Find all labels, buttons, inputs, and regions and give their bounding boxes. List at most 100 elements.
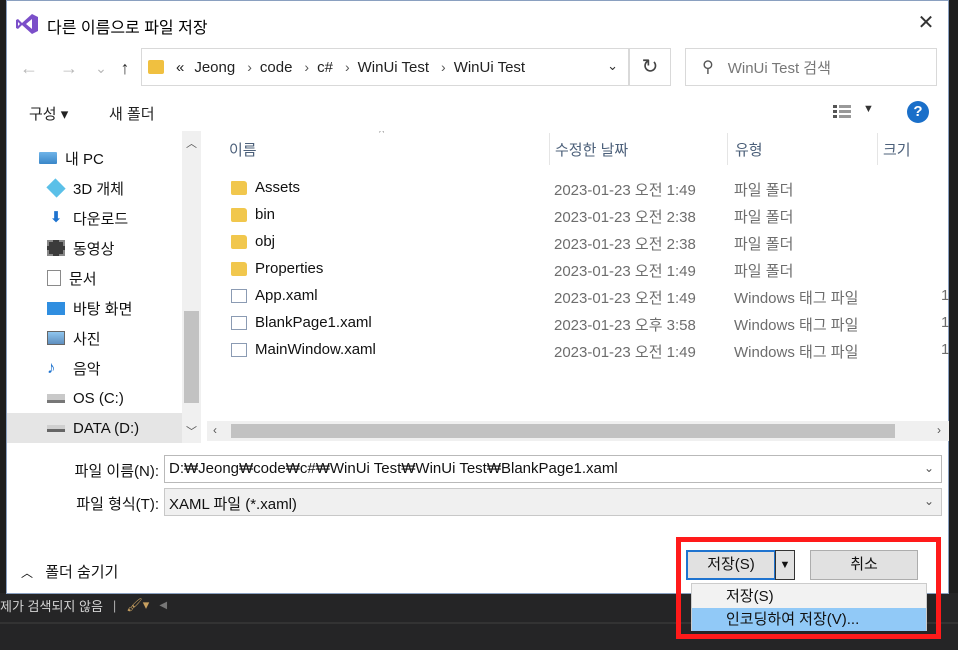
file-name: Assets [255, 179, 301, 196]
sidebar-item-label: 내 PC [65, 150, 104, 168]
file-row[interactable]: Assets 2023-01-23 오전 1:49 파일 폴더 [227, 175, 949, 202]
view-options-icon[interactable] [833, 105, 851, 119]
address-bar[interactable]: « Jeong › code › c# › WinUi Test › WinUi… [141, 48, 629, 86]
breadcrumb-separator-icon[interactable]: › [441, 59, 446, 75]
scroll-right-icon[interactable]: › [937, 423, 941, 437]
sidebar-item-label: 바탕 화면 [73, 300, 133, 318]
sidebar-item-drive-d[interactable]: DATA (D:) [7, 413, 182, 443]
column-header-date[interactable]: 수정한 날짜 [555, 139, 628, 160]
search-input[interactable]: WinUi Test 검색 [728, 57, 831, 78]
filename-label: 파일 이름(N): [74, 463, 159, 480]
file-name: MainWindow.xaml [255, 341, 376, 358]
up-folder-arrow-icon[interactable]: ↑ [113, 56, 137, 80]
document-icon [47, 270, 61, 286]
sidebar-item-this-pc[interactable]: 내 PC [7, 143, 182, 173]
xaml-file-icon [231, 289, 247, 303]
breadcrumb-item[interactable]: code [260, 59, 293, 76]
sidebar-item-pictures[interactable]: 사진 [7, 323, 182, 353]
refresh-button[interactable]: ↻ [629, 48, 671, 86]
breadcrumb-separator-icon[interactable]: › [345, 59, 350, 75]
breadcrumb-overflow[interactable]: « [176, 59, 184, 76]
file-row[interactable]: BlankPage1.xaml 2023-01-23 오후 3:58 Windo… [227, 310, 949, 337]
organize-menu-button[interactable]: 구성 ▾ [29, 103, 68, 124]
sidebar-item-documents[interactable]: 문서 [7, 263, 182, 293]
file-size: 1 [941, 287, 949, 304]
column-divider[interactable] [877, 133, 878, 165]
file-date: 2023-01-23 오후 3:58 [554, 317, 696, 334]
recent-locations-chevron-icon[interactable]: ⌄ [89, 56, 113, 80]
column-header-size[interactable]: 크기 [883, 139, 911, 160]
scroll-left-icon[interactable]: ◀ [159, 600, 167, 611]
file-type: 파일 폴더 [734, 209, 794, 226]
sidebar-item-desktop[interactable]: 바탕 화면 [7, 293, 182, 323]
drive-c-icon [47, 393, 65, 403]
search-box[interactable]: ⚲ WinUi Test 검색 [685, 48, 937, 86]
back-arrow-icon[interactable]: ← [17, 56, 41, 80]
sidebar-item-videos[interactable]: 동영상 [7, 233, 182, 263]
filetype-row: 파일 형식(T): XAML 파일 (*.xaml) ⌄ [7, 488, 950, 516]
sidebar-item-label: 사진 [73, 330, 101, 348]
breadcrumb-item[interactable]: WinUi Test [454, 59, 525, 76]
help-icon[interactable]: ? [907, 101, 929, 123]
sidebar-item-label: DATA (D:) [73, 419, 140, 437]
file-date: 2023-01-23 오전 1:49 [554, 290, 696, 307]
sidebar-item-label: 다운로드 [73, 210, 129, 228]
forward-arrow-icon[interactable]: → [57, 56, 81, 80]
file-row[interactable]: MainWindow.xaml 2023-01-23 오전 1:49 Windo… [227, 337, 949, 364]
sidebar-item-music[interactable]: ♪ 음악 [7, 353, 182, 383]
sidebar-item-drive-c[interactable]: OS (C:) [7, 383, 182, 413]
filetype-dropdown-chevron-icon[interactable]: ⌄ [924, 494, 934, 508]
file-type: 파일 폴더 [734, 236, 794, 253]
sidebar-item-downloads[interactable]: ⬇ 다운로드 [7, 203, 182, 233]
address-dropdown-chevron-icon[interactable]: ⌄ [607, 58, 618, 74]
scroll-left-icon[interactable]: ‹ [213, 423, 217, 437]
file-row[interactable]: Properties 2023-01-23 오전 1:49 파일 폴더 [227, 256, 949, 283]
breadcrumb-separator-icon[interactable]: › [247, 59, 252, 75]
3d-objects-icon [46, 178, 66, 198]
column-header-type[interactable]: 유형 [735, 139, 763, 160]
chevron-up-icon: ︿ [21, 566, 34, 580]
brush-icon[interactable]: 🖌▾ [126, 597, 149, 613]
file-row[interactable]: bin 2023-01-23 오전 2:38 파일 폴더 [227, 202, 949, 229]
annotation-highlight-box [676, 537, 941, 639]
column-header-name[interactable]: 이름 [229, 139, 257, 160]
filename-dropdown-chevron-icon[interactable]: ⌄ [924, 461, 934, 475]
sidebar-item-label: 동영상 [73, 240, 115, 258]
file-date: 2023-01-23 오전 2:38 [554, 209, 696, 226]
file-row[interactable]: App.xaml 2023-01-23 오전 1:49 Windows 태그 파… [227, 283, 949, 310]
folder-icon [231, 208, 247, 222]
view-dropdown-chevron-icon[interactable]: ▼ [863, 103, 874, 115]
sidebar-item-3d-objects[interactable]: 3D 개체 [7, 173, 182, 203]
hide-folders-toggle[interactable]: ︿ 폴더 숨기기 [21, 561, 118, 582]
file-name: App.xaml [255, 287, 318, 304]
visual-studio-icon [16, 14, 38, 34]
ide-status-separator: | [112, 597, 117, 613]
column-divider[interactable] [727, 133, 728, 165]
scroll-down-icon[interactable]: ﹀ [182, 423, 201, 439]
folder-icon [231, 181, 247, 195]
file-row[interactable]: obj 2023-01-23 오전 2:38 파일 폴더 [227, 229, 949, 256]
filename-input[interactable]: D:₩Jeong₩code₩c#₩WinUi Test₩WinUi Test₩B… [164, 455, 942, 483]
breadcrumb-item[interactable]: WinUi Test [358, 59, 429, 76]
file-type: 파일 폴더 [734, 263, 794, 280]
close-button[interactable]: ✕ [914, 11, 938, 35]
navigation-scrollbar[interactable]: ︿ ﹀ [182, 131, 201, 443]
scroll-up-icon[interactable]: ︿ [182, 135, 201, 151]
title-bar: 다른 이름으로 파일 저장 ✕ [7, 1, 948, 47]
column-divider[interactable] [549, 133, 550, 165]
file-size: 1 [941, 314, 949, 331]
scrollbar-thumb[interactable] [184, 311, 199, 403]
filetype-select[interactable]: XAML 파일 (*.xaml) ⌄ [164, 488, 942, 516]
filename-row: 파일 이름(N): D:₩Jeong₩code₩c#₩WinUi Test₩Wi… [7, 455, 950, 483]
breadcrumb-item[interactable]: c# [317, 59, 333, 76]
breadcrumb-separator-icon[interactable]: › [304, 59, 309, 75]
sort-ascending-icon: ^ [379, 131, 385, 139]
horizontal-scrollbar[interactable]: ‹ › [207, 421, 949, 441]
new-folder-button[interactable]: 새 폴더 [109, 103, 155, 124]
breadcrumb-item[interactable]: Jeong [194, 59, 235, 76]
scrollbar-thumb[interactable] [231, 424, 895, 438]
download-icon: ⬇ [49, 209, 63, 226]
sidebar-item-label: OS (C:) [73, 389, 124, 407]
file-type: Windows 태그 파일 [734, 290, 859, 307]
file-date: 2023-01-23 오전 1:49 [554, 344, 696, 361]
